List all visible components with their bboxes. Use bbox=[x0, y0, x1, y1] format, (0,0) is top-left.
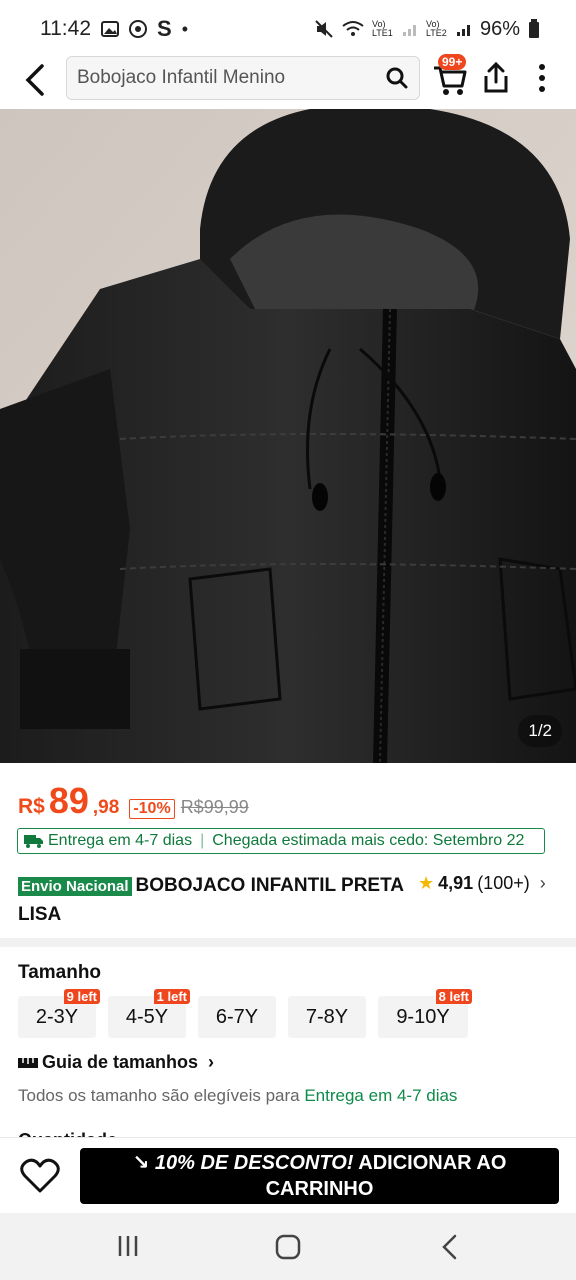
note-delivery-link[interactable]: Entrega em 4-7 dias bbox=[304, 1086, 457, 1105]
top-bar: Bobojaco Infantil Menino 99+ bbox=[0, 54, 576, 108]
signal-icon bbox=[456, 25, 470, 36]
size-option[interactable]: 2-3Y 9 left bbox=[18, 989, 100, 1038]
search-icon[interactable] bbox=[385, 66, 409, 90]
size-option-label: 6-7Y bbox=[215, 1005, 259, 1028]
chevron-right-icon: › bbox=[539, 873, 546, 893]
delivery-label: Entrega em 4-7 dias bbox=[48, 832, 193, 849]
bottom-action-bar: ↘ 10% DE DESCONTO! ADICIONAR AO CARRINHO bbox=[0, 1137, 576, 1214]
signal-icon bbox=[402, 25, 416, 36]
size-option-label: 9-10Y bbox=[396, 1005, 450, 1028]
cart-badge: 99+ bbox=[438, 54, 467, 70]
wifi-icon bbox=[342, 21, 364, 36]
size-label: Tamanho bbox=[18, 962, 102, 983]
review-count: (100+) bbox=[477, 873, 530, 893]
status-bar: 11:42 S • Vo) LTE1 Vo) LTE2 96% bbox=[0, 0, 576, 58]
truck-icon bbox=[24, 835, 43, 848]
battery-level: 96% bbox=[479, 17, 520, 40]
delivery-estimate: Chegada estimada mais cedo: Setembro 22 bbox=[212, 832, 525, 849]
sim1-label: Vo) LTE1 bbox=[371, 19, 393, 38]
mute-icon bbox=[315, 20, 333, 38]
more-options-icon[interactable] bbox=[530, 62, 554, 94]
size-option[interactable]: 6-7Y bbox=[198, 996, 276, 1038]
status-time: 11:42 bbox=[40, 17, 91, 40]
sim2-label: Vo) LTE2 bbox=[425, 19, 447, 38]
shipping-tag: Envio Nacional bbox=[18, 877, 132, 896]
recent-apps-icon[interactable] bbox=[116, 1233, 140, 1259]
delivery-banner[interactable]: Entrega em 4-7 dias | Chegada estimada m… bbox=[17, 828, 545, 854]
discount-badge: -10% bbox=[129, 799, 175, 819]
price-decimal: ,98 bbox=[92, 797, 120, 818]
ruler-icon bbox=[18, 1057, 38, 1068]
price-integer: 89 bbox=[48, 780, 89, 821]
separator: | bbox=[200, 832, 205, 849]
product-title-block: Envio Nacional BOBOJACO INFANTIL PRETA LI… bbox=[18, 872, 408, 929]
battery-icon bbox=[529, 19, 539, 38]
size-eligibility-note: Todos os tamanho são elegíveis para Entr… bbox=[18, 1086, 457, 1106]
product-image[interactable]: 1/2 bbox=[0, 109, 576, 763]
size-guide-link[interactable]: Guia de tamanhos › bbox=[18, 1052, 214, 1073]
wishlist-heart-icon[interactable] bbox=[20, 1158, 60, 1194]
rating[interactable]: ★ 4,91 (100+) › bbox=[418, 873, 546, 894]
size-option[interactable]: 4-5Y 1 left bbox=[108, 989, 190, 1038]
price-row: R$ 89 ,98 -10% R$99,99 bbox=[18, 780, 249, 822]
size-guide-label: Guia de tamanhos bbox=[42, 1052, 199, 1072]
stock-badge: 1 left bbox=[153, 989, 190, 1004]
price-currency: R$ bbox=[18, 795, 45, 818]
size-option[interactable]: 9-10Y 8 left bbox=[378, 989, 472, 1038]
chevron-right-icon: › bbox=[208, 1052, 215, 1072]
s-app-icon: S bbox=[157, 16, 172, 41]
chrome-icon bbox=[129, 20, 147, 38]
section-divider bbox=[0, 938, 576, 947]
rating-value: 4,91 bbox=[438, 873, 474, 893]
stock-badge: 8 left bbox=[435, 989, 472, 1004]
size-option-label: 7-8Y bbox=[305, 1005, 349, 1028]
share-icon[interactable] bbox=[482, 62, 510, 94]
stock-badge: 9 left bbox=[63, 989, 100, 1004]
size-option[interactable]: 7-8Y bbox=[288, 996, 366, 1038]
gallery-icon bbox=[101, 21, 119, 37]
search-input[interactable]: Bobojaco Infantil Menino bbox=[77, 67, 285, 89]
discount-promo: 10% DE DESCONTO! bbox=[154, 1152, 354, 1174]
size-option-label: 4-5Y bbox=[125, 1005, 169, 1028]
home-icon[interactable] bbox=[274, 1233, 302, 1261]
jacket-photo bbox=[0, 109, 576, 763]
original-price: R$99,99 bbox=[180, 797, 249, 817]
back-nav-icon[interactable] bbox=[438, 1233, 462, 1261]
trend-down-icon: ↘ bbox=[132, 1152, 150, 1174]
note-text: Todos os tamanho são elegíveis para bbox=[18, 1086, 305, 1105]
system-nav-bar bbox=[0, 1213, 576, 1280]
dot-icon: • bbox=[181, 18, 188, 39]
add-to-cart-button[interactable]: ↘ 10% DE DESCONTO! ADICIONAR AO CARRINHO bbox=[80, 1148, 559, 1204]
back-arrow-icon[interactable] bbox=[20, 62, 52, 98]
image-counter: 1/2 bbox=[518, 715, 562, 747]
search-box[interactable]: Bobojaco Infantil Menino bbox=[66, 56, 420, 100]
size-option-label: 2-3Y bbox=[35, 1005, 79, 1028]
star-icon: ★ bbox=[418, 873, 435, 893]
